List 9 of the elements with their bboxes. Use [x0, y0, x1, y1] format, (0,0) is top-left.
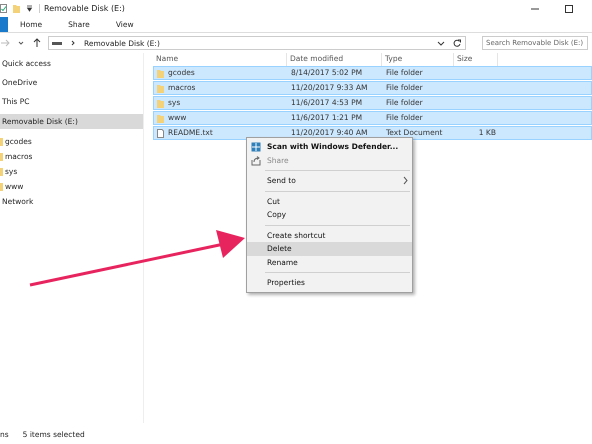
chevron-right-icon — [403, 176, 408, 185]
up-arrow-icon[interactable] — [32, 38, 42, 48]
document-icon — [157, 128, 164, 138]
checklist-icon[interactable] — [0, 4, 7, 13]
maximize-icon[interactable] — [564, 4, 574, 14]
refresh-icon[interactable] — [452, 38, 462, 48]
share-icon — [251, 156, 261, 166]
window-title: Removable Disk (E:) — [39, 4, 125, 13]
dropdown-icon[interactable] — [26, 4, 33, 13]
